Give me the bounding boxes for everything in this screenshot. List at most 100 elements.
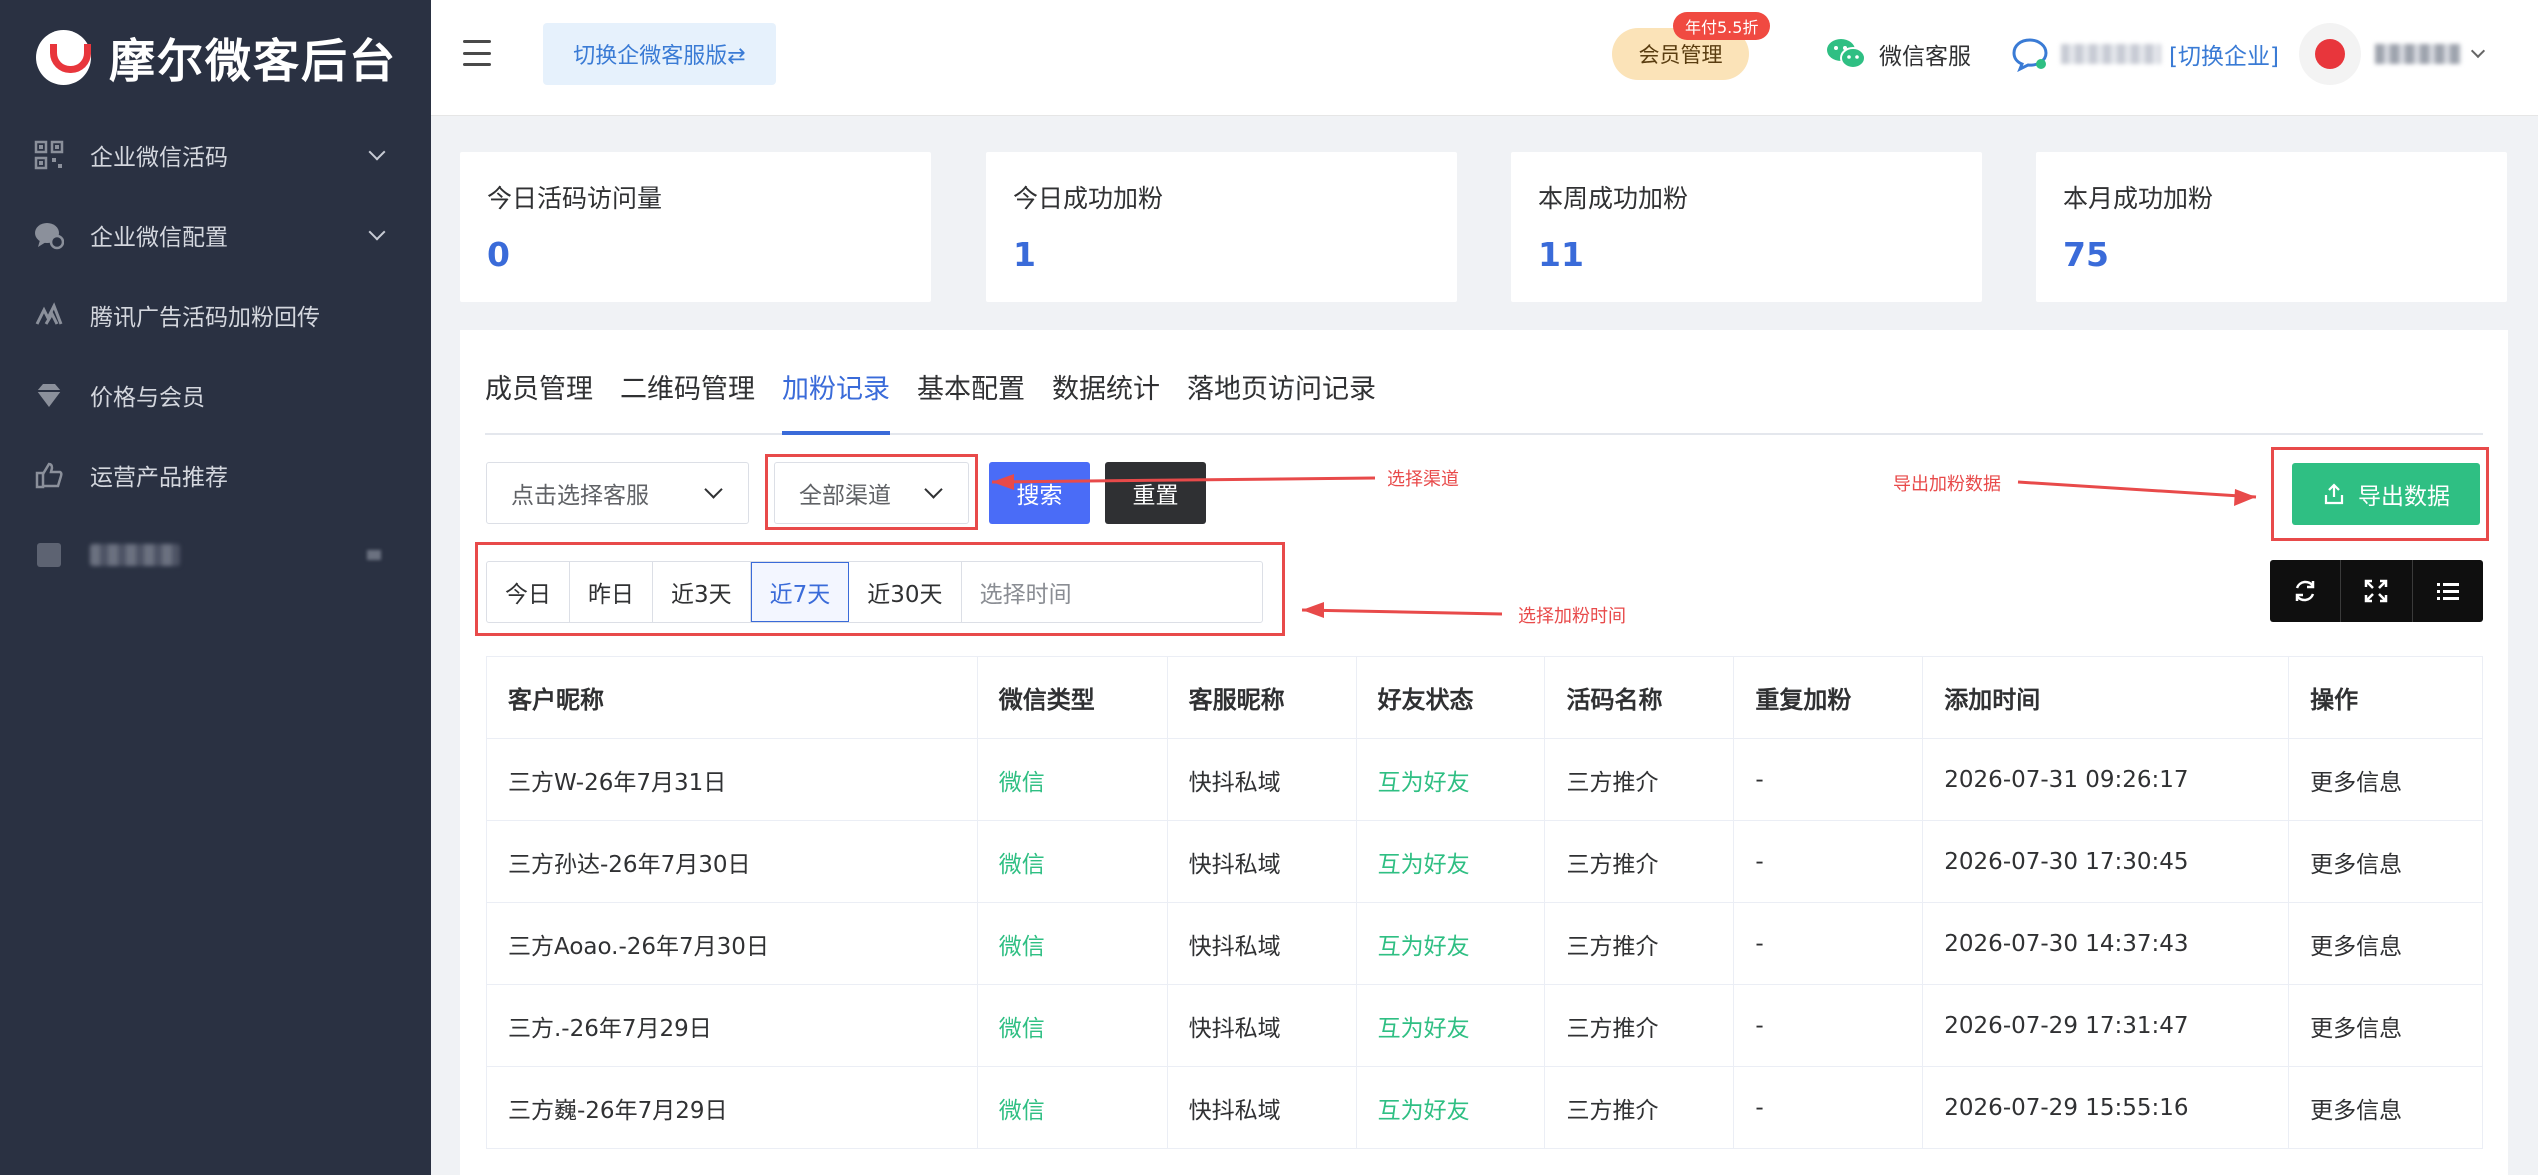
sidebar-item-label: 价格与会员 xyxy=(90,385,205,411)
chevron-down-icon xyxy=(2470,43,2486,59)
sidebar-item-label: 腾讯广告活码加粉回传 xyxy=(90,305,320,331)
table-cell: 三方孙达-26年7月30日 xyxy=(487,821,978,902)
table-header-row: 客户昵称 微信类型 客服昵称 好友状态 活码名称 重复加粉 添加时间 操作 xyxy=(487,657,2483,739)
switch-wecom-kf-button[interactable]: 切换企微客服版⇄ xyxy=(543,23,776,85)
table-cell: 2026-07-30 14:37:43 xyxy=(1923,903,2290,984)
table-cell: 互为好友 xyxy=(1357,903,1546,984)
sidebar-item-label: 运营产品推荐 xyxy=(90,465,228,491)
user-name-redacted xyxy=(2375,44,2461,64)
chevron-down-icon xyxy=(368,223,386,241)
more-info-link[interactable]: 更多信息 xyxy=(2289,739,2483,820)
sidebar-item-label: 企业微信活码 xyxy=(90,145,228,171)
brand-title: 摩尔微客后台 xyxy=(109,33,397,88)
annotation-export: 导出加粉数据 xyxy=(1893,474,2001,495)
more-info-link[interactable]: 更多信息 xyxy=(2289,1067,2483,1148)
column-header: 添加时间 xyxy=(1923,657,2290,738)
table-cell: 微信 xyxy=(978,1067,1168,1148)
user-menu[interactable] xyxy=(2299,22,2486,86)
table-cell: 快抖私域 xyxy=(1168,1067,1357,1148)
column-header: 重复加粉 xyxy=(1734,657,1924,738)
stat-value: 75 xyxy=(2063,235,2109,274)
ad-icon xyxy=(34,300,64,330)
diamond-icon xyxy=(34,380,64,410)
sidebar: 摩尔微客后台 企业微信活码 企业微信配置 腾讯广告活码加粉回传 价格与会员 运营… xyxy=(0,0,431,1175)
stat-value: 0 xyxy=(487,235,510,274)
company-switch[interactable]: [切换企业] xyxy=(2011,30,2279,78)
stat-card-week-fans: 本周成功加粉 11 xyxy=(1511,152,1982,302)
table-cell: 快抖私域 xyxy=(1168,739,1357,820)
table-cell: 微信 xyxy=(978,985,1168,1066)
table-cell: 互为好友 xyxy=(1357,739,1546,820)
table-cell: 三方.-26年7月29日 xyxy=(487,985,978,1066)
column-header: 好友状态 xyxy=(1357,657,1546,738)
more-info-link[interactable]: 更多信息 xyxy=(2289,821,2483,902)
sidebar-item-qrcode[interactable]: 企业微信活码 xyxy=(0,115,431,195)
brand-logo-icon xyxy=(36,30,91,85)
table-cell: - xyxy=(1734,821,1924,902)
qrcode-icon xyxy=(34,140,64,170)
table-cell: 2026-07-29 17:31:47 xyxy=(1923,985,2290,1066)
table-cell: 快抖私域 xyxy=(1168,821,1357,902)
table-cell: 2026-07-29 15:55:16 xyxy=(1923,1067,2290,1148)
wechat-kf-link[interactable]: 微信客服 xyxy=(1825,30,1971,78)
table-cell: 互为好友 xyxy=(1357,821,1546,902)
stat-label: 本月成功加粉 xyxy=(2063,184,2214,213)
table-cell: 三方推介 xyxy=(1545,821,1735,902)
table-cell: 快抖私域 xyxy=(1168,903,1357,984)
table-cell: 2026-07-30 17:30:45 xyxy=(1923,821,2290,902)
table-cell: 三方推介 xyxy=(1545,985,1735,1066)
table-cell: 微信 xyxy=(978,903,1168,984)
stat-card-today-fans: 今日成功加粉 1 xyxy=(986,152,1457,302)
stat-value: 11 xyxy=(1538,235,1584,274)
chat-gear-icon xyxy=(34,220,64,250)
chevron-down-icon xyxy=(368,143,386,161)
table-cell: - xyxy=(1734,903,1924,984)
annotation-arrows xyxy=(991,474,2257,618)
member-discount-badge: 年付5.5折 xyxy=(1673,12,1771,40)
column-header: 客服昵称 xyxy=(1168,657,1357,738)
table-cell: 微信 xyxy=(978,821,1168,902)
thumbs-up-icon xyxy=(34,460,64,490)
table-cell: 互为好友 xyxy=(1357,1067,1546,1148)
table-cell: 快抖私域 xyxy=(1168,985,1357,1066)
redacted-label xyxy=(90,544,180,566)
redacted-icon xyxy=(34,540,64,570)
table-cell: 三方推介 xyxy=(1545,1067,1735,1148)
stat-card-today-visits: 今日活码访问量 0 xyxy=(460,152,931,302)
wechat-kf-label: 微信客服 xyxy=(1879,44,1971,70)
sidebar-item-redacted[interactable] xyxy=(0,515,431,595)
annotation-time: 选择加粉时间 xyxy=(1518,606,1626,627)
sidebar-item-tencent-ads[interactable]: 腾讯广告活码加粉回传 xyxy=(0,275,431,355)
table-cell: 三方巍-26年7月29日 xyxy=(487,1067,978,1148)
table-cell: - xyxy=(1734,1067,1924,1148)
table-cell: - xyxy=(1734,739,1924,820)
column-header: 客户昵称 xyxy=(487,657,978,738)
sidebar-item-wecom-config[interactable]: 企业微信配置 xyxy=(0,195,431,275)
wechat-icon xyxy=(1827,39,1866,69)
chat-bubble-icon xyxy=(2012,38,2048,72)
table-cell: 微信 xyxy=(978,739,1168,820)
table-cell: 互为好友 xyxy=(1357,985,1546,1066)
avatar xyxy=(2299,23,2361,85)
column-header: 活码名称 xyxy=(1545,657,1735,738)
fan-records-table: 客户昵称 微信类型 客服昵称 好友状态 活码名称 重复加粉 添加时间 操作 三方… xyxy=(486,656,2483,1149)
sidebar-item-products[interactable]: 运营产品推荐 xyxy=(0,435,431,515)
more-info-link[interactable]: 更多信息 xyxy=(2289,985,2483,1066)
company-name-redacted xyxy=(2061,44,2161,64)
stat-label: 本周成功加粉 xyxy=(1538,184,1689,213)
more-info-link[interactable]: 更多信息 xyxy=(2289,903,2483,984)
table-row: 三方W-26年7月31日 微信 快抖私域 互为好友 三方推介 -2026-07-31 09… xyxy=(487,739,2483,821)
switch-company-label: [切换企业] xyxy=(2169,44,2279,70)
redacted-arrow xyxy=(367,550,381,560)
stat-value: 1 xyxy=(1013,235,1036,274)
sidebar-item-label: 企业微信配置 xyxy=(90,225,228,251)
table-cell: 三方推介 xyxy=(1545,903,1735,984)
table-row: 三方孙达-26年7月30日 微信 快抖私域 互为好友 三方推介 -2026-07-30 1… xyxy=(487,821,2483,903)
stat-label: 今日活码访问量 xyxy=(487,184,663,213)
table-cell: 三方推介 xyxy=(1545,739,1735,820)
main-panel: 成员管理 二维码管理 加粉记录 基本配置 数据统计 落地页访问记录 点击选择客服… xyxy=(460,330,2508,1175)
sidebar-item-pricing[interactable]: 价格与会员 xyxy=(0,355,431,435)
top-header: 切换企微客服版⇄ 会员管理 年付5.5折 微信客服 [切换企业] xyxy=(431,0,2538,116)
hamburger-icon[interactable] xyxy=(463,40,491,66)
table-row: 三方.-26年7月29日 微信 快抖私域 互为好友 三方推介 -2026-07-29 17… xyxy=(487,985,2483,1067)
